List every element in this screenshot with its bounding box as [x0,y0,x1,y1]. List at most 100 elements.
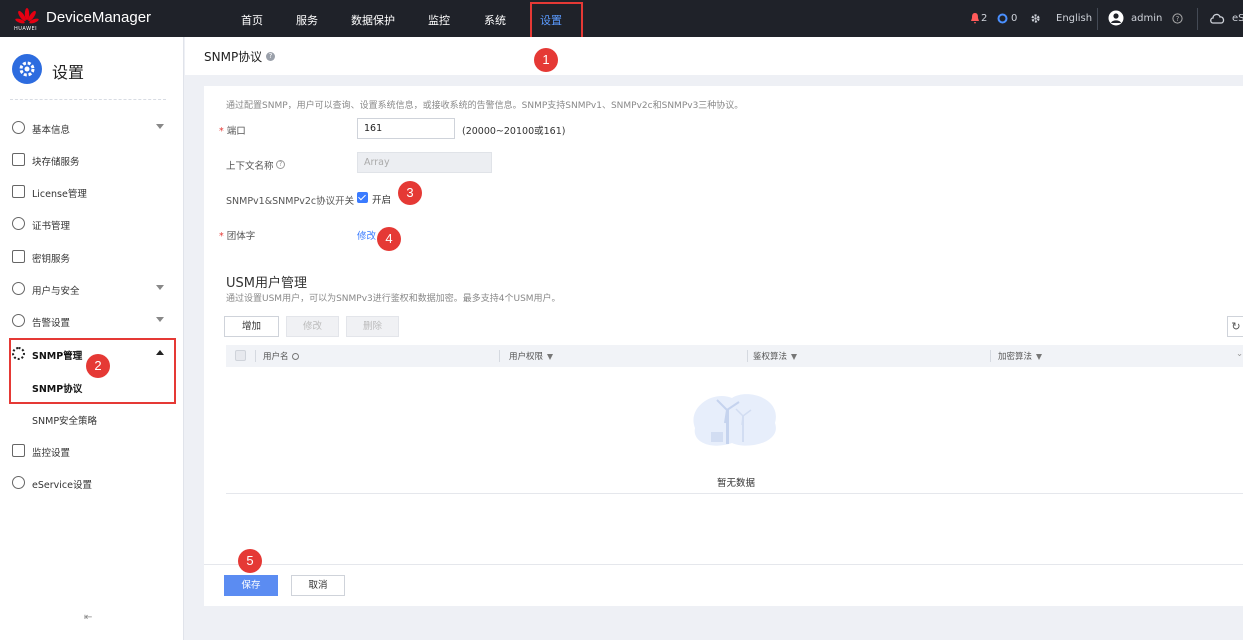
sidebar-item-eservice[interactable]: eService设置 [0,471,184,495]
column-permission-label: 用户权限 [509,352,544,362]
search-icon[interactable] [291,353,299,360]
top-bar: HUAWEI DeviceManager 首页 服务 数据保护 监控 系统 设置… [0,0,1243,37]
community-label-text: 团体字 [226,231,256,242]
column-permission[interactable]: 用户权限 [509,350,554,362]
add-user-button[interactable]: 增加 [224,316,279,337]
column-encrypt-algorithm[interactable]: 加密算法 [998,350,1043,362]
chevron-down-icon [156,285,164,290]
license-icon [12,185,25,198]
snmp-description: 通过配置SNMP，用户可以查询、设置系统信息，或接收系统的告警信息。SNMP支持… [226,101,744,111]
column-separator [255,350,256,362]
table-bottom-border [226,493,1243,494]
shield-icon [12,282,25,295]
sidebar-item-label: 块存储服务 [32,157,80,168]
column-separator [499,350,500,362]
filter-icon[interactable] [791,353,798,360]
column-username[interactable]: 用户名 [263,350,299,362]
user-name[interactable]: admin [1131,13,1162,24]
sidebar-item-block-storage[interactable]: 块存储服务 [0,148,184,172]
context-label: 上下文名称 [226,158,274,172]
step-badge-1: 1 [534,48,558,72]
sidebar-item-label: 监控设置 [32,448,71,459]
help-icon[interactable]: ? [266,52,275,61]
sidebar-item-alarm-settings[interactable]: 告警设置 [0,309,184,333]
sidebar-item-label: eService设置 [32,480,92,491]
step-badge-5: 5 [238,549,262,573]
collapse-sidebar-icon[interactable]: ⇤ [84,612,92,623]
task-progress-icon[interactable] [997,13,1008,24]
empty-data-illustration [693,394,776,446]
refresh-icon[interactable]: ↻ [1227,316,1243,337]
sidebar-item-label: 告警设置 [32,318,71,329]
sidebar-item-user-security[interactable]: 用户与安全 [0,277,184,301]
column-settings-icon[interactable]: ⌄ [1236,349,1243,359]
save-button[interactable]: 保存 [224,575,278,596]
sidebar-item-label: License管理 [32,189,87,200]
context-label-text: 上下文名称 [226,161,274,172]
sidebar-title: 设置 [52,63,85,82]
required-mark: * [219,231,224,242]
column-auth-label: 鉴权算法 [753,352,788,362]
port-input[interactable]: 161 [357,118,455,139]
filter-icon[interactable] [547,353,554,360]
snmp-v1v2c-checkbox[interactable] [357,192,368,203]
help-icon[interactable]: ? [1172,13,1183,24]
sidebar-sub-snmp-security[interactable]: SNMP安全策略 [32,413,97,427]
sidebar-item-certificate[interactable]: 证书管理 [0,212,184,236]
step-badge-4: 4 [377,227,401,251]
community-modify-link[interactable]: 修改 [357,228,376,242]
page-title: SNMP协议 [204,50,263,64]
empty-data-text: 暂无数据 [717,478,756,489]
sidebar-item-basic-info[interactable]: 基本信息 [0,116,184,140]
column-auth-algorithm[interactable]: 鉴权算法 [753,350,798,362]
page-header-bar [185,37,1243,75]
nav-monitor[interactable]: 监控 [428,12,450,28]
storage-icon [12,153,25,166]
context-name-input: Array [357,152,492,173]
filter-icon[interactable] [1036,353,1043,360]
user-avatar-icon[interactable] [1108,10,1124,26]
nav-home[interactable]: 首页 [241,12,263,28]
nav-data-protection[interactable]: 数据保护 [351,12,395,28]
sidebar-item-label: 密钥服务 [32,254,71,265]
gear-icon[interactable] [1030,13,1041,24]
cancel-button[interactable]: 取消 [291,575,345,596]
column-encrypt-label: 加密算法 [998,352,1033,362]
switch-label: SNMPv1&SNMPv2c协议开关 [226,193,354,207]
usm-section-title: USM用户管理 [226,276,307,291]
sidebar-item-license[interactable]: License管理 [0,180,184,204]
language-switch[interactable]: English [1056,13,1092,24]
port-label: * 端口 [219,123,246,137]
delete-user-button: 删除 [346,316,399,337]
key-service-icon [12,250,25,263]
modify-user-button: 修改 [286,316,339,337]
step-badge-3: 3 [398,181,422,205]
sidebar-item-label: 基本信息 [32,125,71,136]
snmp-switch-text[interactable]: 开启 [372,192,391,206]
step-badge-2: 2 [86,354,110,378]
port-range-hint: (20000~20100或161) [462,126,566,137]
svg-text:?: ? [1176,15,1180,23]
cloud-icon[interactable] [1209,12,1226,25]
sidebar-item-label: 证书管理 [32,221,71,232]
brand-title: DeviceManager [46,9,152,26]
sidebar-item-key-service[interactable]: 密钥服务 [0,245,184,269]
sidebar-divider [10,99,166,100]
context-help-icon[interactable]: ? [276,160,285,169]
settings-gear-icon [12,54,42,84]
info-icon [12,121,25,134]
top-separator-2 [1197,8,1198,30]
usm-table-header [226,345,1243,367]
alarm-bell-icon[interactable] [970,13,980,24]
sidebar-item-monitor-settings[interactable]: 监控设置 [0,439,184,463]
nav-services[interactable]: 服务 [296,12,318,28]
nav-system[interactable]: 系统 [484,12,506,28]
certificate-icon [12,217,25,230]
highlight-box-nav [530,2,583,41]
usm-description: 通过设置USM用户，可以为SNMPv3进行鉴权和数据加密。最多支持4个USM用户… [226,294,561,304]
footer-divider [204,564,1243,565]
switch-label-text: SNMPv1&SNMPv2c协议开关 [226,196,355,207]
chevron-down-icon [156,317,164,322]
cloud-text[interactable]: eS [1232,13,1243,24]
select-all-checkbox[interactable] [235,350,246,361]
